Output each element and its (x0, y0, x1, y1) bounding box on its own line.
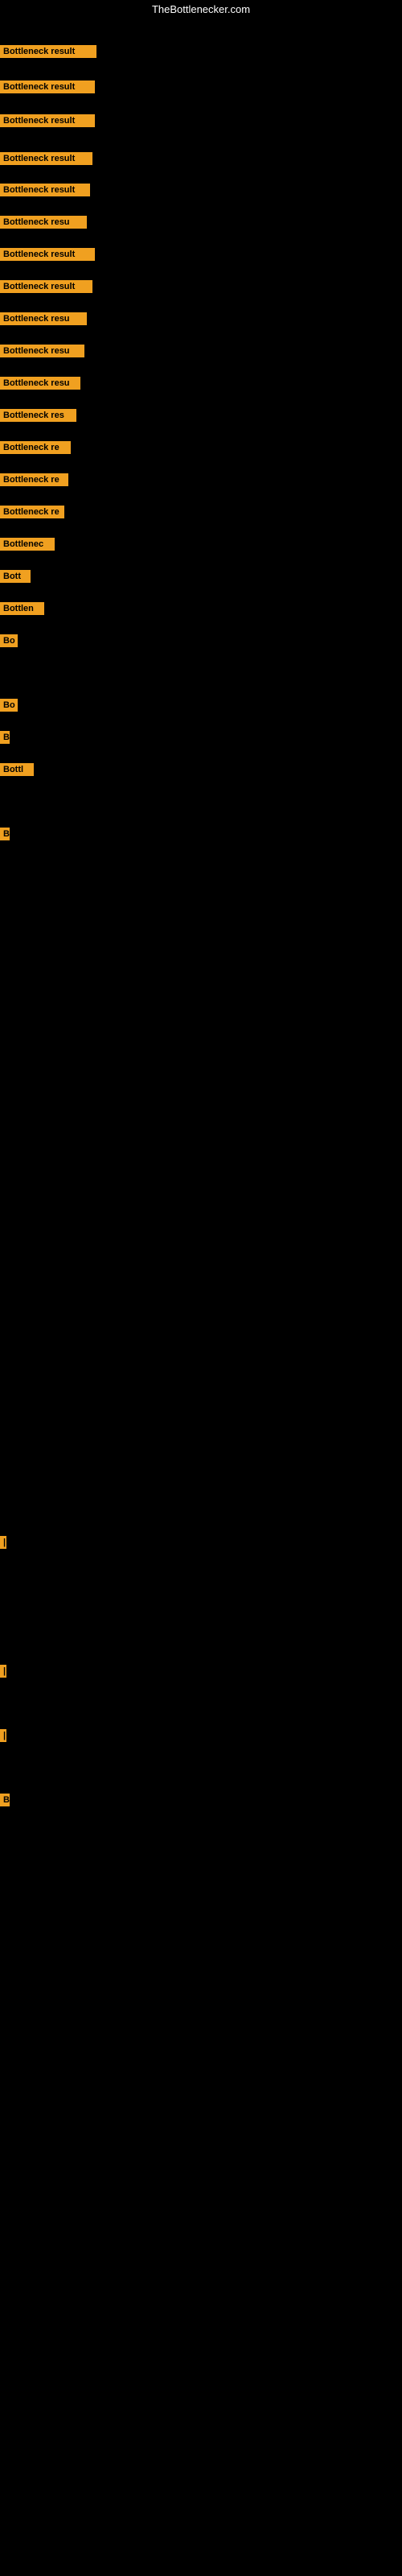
bottleneck-badge: | (0, 1536, 6, 1549)
bottleneck-badge: Bottleneck res (0, 409, 76, 422)
bottleneck-badge: Bottleneck resu (0, 216, 87, 229)
bottleneck-badge: B (0, 1794, 10, 1806)
bottleneck-badge: | (0, 1729, 6, 1742)
bottleneck-badge: B (0, 828, 10, 840)
bottleneck-badge: Bo (0, 634, 18, 647)
bottleneck-badge: Bottleneck resu (0, 377, 80, 390)
bottleneck-badge: | (0, 1665, 6, 1678)
bottleneck-badge: Bott (0, 570, 31, 583)
bottleneck-badge: Bottleneck resu (0, 345, 84, 357)
bottleneck-badge: Bottleneck result (0, 152, 92, 165)
bottleneck-badge: B (0, 731, 10, 744)
bottleneck-badge: Bottleneck resu (0, 312, 87, 325)
bottleneck-badge: Bottleneck result (0, 248, 95, 261)
site-title: TheBottlenecker.com (0, 3, 402, 15)
bottleneck-badge: Bottleneck result (0, 45, 96, 58)
bottleneck-badge: Bottleneck result (0, 184, 90, 196)
bottleneck-badge: Bottlen (0, 602, 44, 615)
bottleneck-badge: Bottleneck re (0, 506, 64, 518)
bottleneck-badge: Bottleneck result (0, 80, 95, 93)
bottleneck-badge: Bottleneck re (0, 473, 68, 486)
bottleneck-badge: Bottlenec (0, 538, 55, 551)
bottleneck-badge: Bo (0, 699, 18, 712)
bottleneck-badge: Bottleneck result (0, 280, 92, 293)
bottleneck-badge: Bottleneck re (0, 441, 71, 454)
bottleneck-badge: Bottleneck result (0, 114, 95, 127)
bottleneck-badge: Bottl (0, 763, 34, 776)
